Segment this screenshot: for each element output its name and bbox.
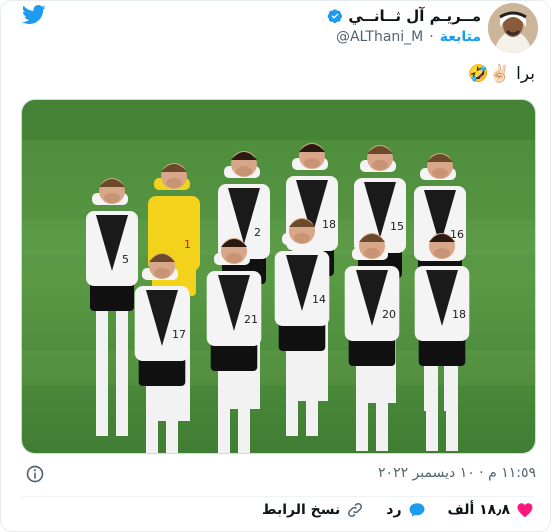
tweet-meta: ١١:٥٩ م · ١٠ ديسمبر ٢٠٢٢	[21, 460, 536, 488]
author-name-row[interactable]: مــريـم آل ثــانــي	[327, 7, 481, 25]
jersey-number: 2	[254, 226, 261, 239]
copy-link-label: نسخ الرابط	[261, 502, 341, 518]
divider	[21, 496, 534, 497]
jersey-number: 14	[312, 293, 326, 306]
avatar-image	[488, 3, 538, 53]
team-photo-image: 12 155181617211420 18	[22, 100, 535, 453]
copy-link-button[interactable]: نسخ الرابط	[262, 501, 364, 519]
tweet-timestamp[interactable]: ١١:٥٩ م · ١٠ ديسمبر ٢٠٢٢	[378, 465, 536, 481]
tweet-emojis: ✌🏻🤣	[467, 64, 511, 84]
heart-icon	[517, 503, 533, 518]
author-sub-row: @ALThani_M · متابعة	[336, 29, 481, 45]
jersey-number: 20	[382, 308, 396, 321]
tweet-photo[interactable]: 1 2 15 5 18 16 17 21 14 20 18	[21, 99, 536, 454]
tweet-actions: ١٨٫٨ ألف رد نسخ الرابط	[262, 501, 534, 519]
author-handle[interactable]: @ALThani_M	[336, 29, 423, 45]
jersey-number: 1	[184, 238, 191, 251]
jersey-number: 5	[122, 253, 129, 266]
follow-button[interactable]: متابعة	[440, 29, 481, 45]
info-icon[interactable]	[25, 464, 45, 484]
link-icon	[348, 502, 363, 518]
reply-label: رد	[386, 502, 402, 518]
jersey-number: 15	[390, 220, 404, 233]
tweet-text: برا ✌🏻🤣	[468, 64, 535, 84]
separator-dot: ·	[429, 29, 434, 45]
avatar[interactable]	[488, 3, 538, 53]
tweet-card: مــريـم آل ثــانــي @ALThani_M · متابعة …	[0, 0, 551, 532]
jersey-number: 18	[322, 218, 336, 231]
like-count: ١٨٫٨ ألف	[447, 502, 510, 518]
tweet-text-body: برا	[516, 64, 535, 84]
author-display-name: مــريـم آل ثــانــي	[348, 7, 481, 25]
twitter-bird-icon[interactable]	[22, 5, 46, 25]
jersey-number: 17	[172, 328, 186, 341]
like-button[interactable]: ١٨٫٨ ألف	[448, 501, 534, 519]
jersey-number: 21	[244, 313, 258, 326]
reply-bubble-icon	[409, 503, 425, 517]
reply-button[interactable]: رد	[386, 501, 425, 519]
jersey-number: 18	[452, 308, 466, 321]
verified-badge-icon	[328, 9, 343, 24]
